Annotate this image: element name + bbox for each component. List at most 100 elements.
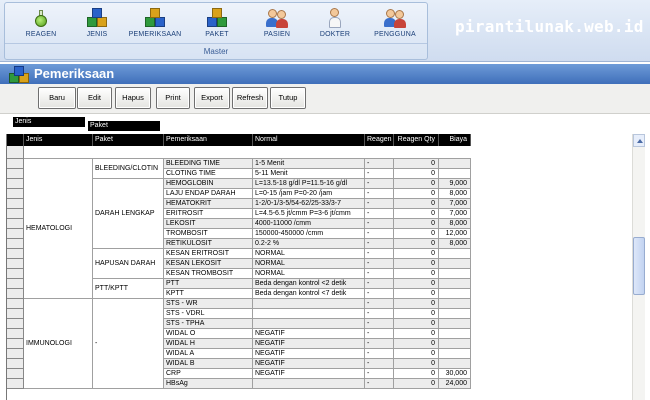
row-indicator[interactable] <box>7 259 24 269</box>
grid-cell-pemeriksaan[interactable]: BLEEDING TIME <box>164 159 253 169</box>
row-indicator[interactable] <box>7 349 24 359</box>
grid-cell-reagen[interactable]: - <box>365 369 394 379</box>
grid-cell-pemeriksaan[interactable]: LAJU ENDAP DARAH <box>164 189 253 199</box>
grid-cell-reagen[interactable]: - <box>365 199 394 209</box>
grid-cell-reagen[interactable]: - <box>365 269 394 279</box>
ribbon-button-pemeriksaan[interactable]: PEMERIKSAAN <box>127 7 183 43</box>
grid-cell-reagen-qty[interactable]: 0 <box>394 319 439 329</box>
grid-cell-pemeriksaan[interactable]: KESAN ERITROSIT <box>164 249 253 259</box>
grid-cell-reagen[interactable]: - <box>365 309 394 319</box>
vertical-scrollbar[interactable] <box>632 134 645 400</box>
row-indicator[interactable] <box>7 249 24 259</box>
row-indicator[interactable] <box>7 189 24 199</box>
scroll-up-arrow-icon[interactable] <box>633 134 645 147</box>
row-indicator[interactable] <box>7 369 24 379</box>
column-header-biaya[interactable]: Biaya <box>439 134 471 146</box>
grid-cell-biaya[interactable]: 8,000 <box>439 189 471 199</box>
grid-cell-normal[interactable] <box>253 309 365 319</box>
grid-cell-biaya[interactable]: 30,000 <box>439 369 471 379</box>
grid-cell-reagen-qty[interactable]: 0 <box>394 209 439 219</box>
grid-cell-normal[interactable]: L=4.5-6.5 jt/cmm P=3-6 jt/cmm <box>253 209 365 219</box>
column-header-paket[interactable]: Paket <box>93 134 164 146</box>
grid-cell-normal[interactable] <box>253 379 365 389</box>
ribbon-button-jenis[interactable]: JENIS <box>69 7 125 43</box>
ribbon-button-pengguna[interactable]: PENGGUNA <box>367 7 423 43</box>
grid-cell-normal[interactable]: L=13.5-18 g/dl P=11.5-16 g/dl <box>253 179 365 189</box>
row-indicator[interactable] <box>7 269 24 279</box>
grid-cell-pemeriksaan[interactable]: WIDAL A <box>164 349 253 359</box>
grid-cell-biaya[interactable] <box>439 259 471 269</box>
grid-cell-reagen[interactable]: - <box>365 329 394 339</box>
grid-cell-reagen-qty[interactable]: 0 <box>394 199 439 209</box>
grid-cell-reagen-qty[interactable]: 0 <box>394 229 439 239</box>
row-indicator[interactable] <box>7 219 24 229</box>
grid-cell-biaya[interactable] <box>439 359 471 369</box>
grid-cell-paket[interactable]: - <box>93 299 164 389</box>
grid-cell-biaya[interactable] <box>439 339 471 349</box>
grid-cell-jenis[interactable]: HEMATOLOGI <box>24 159 93 299</box>
grid-cell-pemeriksaan[interactable]: KESAN LEKOSIT <box>164 259 253 269</box>
row-indicator[interactable] <box>7 146 24 159</box>
row-indicator[interactable] <box>7 329 24 339</box>
grid-cell-reagen-qty[interactable]: 0 <box>394 279 439 289</box>
grid-cell-reagen[interactable]: - <box>365 319 394 329</box>
grid-cell-reagen-qty[interactable]: 0 <box>394 259 439 269</box>
grid-cell-reagen[interactable]: - <box>365 259 394 269</box>
refresh-button[interactable]: Refresh <box>232 87 268 109</box>
grid-cell-pemeriksaan[interactable]: CRP <box>164 369 253 379</box>
grid-cell-reagen[interactable]: - <box>365 359 394 369</box>
grid-cell-normal[interactable]: NORMAL <box>253 249 365 259</box>
grid-cell-reagen[interactable]: - <box>365 189 394 199</box>
grid-cell-normal[interactable]: NEGATIF <box>253 359 365 369</box>
grid-cell-normal[interactable]: NORMAL <box>253 259 365 269</box>
column-header-pemeriksaan[interactable]: Pemeriksaan <box>164 134 253 146</box>
grid-cell-biaya[interactable] <box>439 309 471 319</box>
row-indicator[interactable] <box>7 289 24 299</box>
grid-cell-reagen[interactable]: - <box>365 229 394 239</box>
grid-cell-reagen[interactable]: - <box>365 169 394 179</box>
grid-cell-reagen[interactable]: - <box>365 289 394 299</box>
grid-cell-pemeriksaan[interactable]: RETIKULOSIT <box>164 239 253 249</box>
column-header-normal[interactable]: Normal <box>253 134 365 146</box>
grid-cell-reagen-qty[interactable]: 0 <box>394 299 439 309</box>
grid-cell-normal[interactable]: L=0-15 /jam P=0-20 /jam <box>253 189 365 199</box>
grid-cell-normal[interactable]: 0.2-2 % <box>253 239 365 249</box>
grid-cell-reagen[interactable]: - <box>365 349 394 359</box>
grid-cell-reagen[interactable]: - <box>365 159 394 169</box>
grid-cell-reagen-qty[interactable]: 0 <box>394 379 439 389</box>
export-button[interactable]: Export <box>194 87 230 109</box>
grid-cell-pemeriksaan[interactable]: STS - TPHA <box>164 319 253 329</box>
row-indicator[interactable] <box>7 209 24 219</box>
row-indicator[interactable] <box>7 309 24 319</box>
grid-cell-reagen[interactable]: - <box>365 219 394 229</box>
grid-cell-reagen-qty[interactable]: 0 <box>394 369 439 379</box>
grid-cell-paket[interactable]: DARAH LENGKAP <box>93 179 164 249</box>
print-button[interactable]: Print <box>156 87 190 109</box>
grid-cell-normal[interactable]: NEGATIF <box>253 339 365 349</box>
grid-cell-biaya[interactable]: 7,000 <box>439 199 471 209</box>
row-indicator[interactable] <box>7 299 24 309</box>
edit-button[interactable]: Edit <box>77 87 112 109</box>
grid-cell-normal[interactable] <box>253 319 365 329</box>
column-header-reagen-qty[interactable]: Reagen Qty <box>394 134 439 146</box>
grid-cell-pemeriksaan[interactable]: PTT <box>164 279 253 289</box>
grid-cell-biaya[interactable] <box>439 319 471 329</box>
grid-cell-pemeriksaan[interactable]: HEMATOKRIT <box>164 199 253 209</box>
grid-cell-normal[interactable]: 150000-450000 /cmm <box>253 229 365 239</box>
grid-cell-normal[interactable] <box>253 299 365 309</box>
grid-cell-biaya[interactable]: 24,000 <box>439 379 471 389</box>
ribbon-button-pasien[interactable]: PASIEN <box>249 7 305 43</box>
baru-button[interactable]: Baru <box>38 87 76 109</box>
row-indicator[interactable] <box>7 279 24 289</box>
grid-cell-paket[interactable]: BLEEDING/CLOTIN <box>93 159 164 179</box>
grid-cell-reagen-qty[interactable]: 0 <box>394 189 439 199</box>
grid-cell-reagen-qty[interactable]: 0 <box>394 289 439 299</box>
grid-cell-reagen-qty[interactable]: 0 <box>394 349 439 359</box>
grid-cell-normal[interactable]: 1-2/0-1/3-5/54-62/25-33/3-7 <box>253 199 365 209</box>
grid-cell-paket[interactable]: HAPUSAN DARAH <box>93 249 164 279</box>
grid-cell-pemeriksaan[interactable]: WIDAL H <box>164 339 253 349</box>
ribbon-button-dokter[interactable]: DOKTER <box>307 7 363 43</box>
hapus-button[interactable]: Hapus <box>115 87 151 109</box>
grid-cell-biaya[interactable]: 12,000 <box>439 229 471 239</box>
grid-cell-normal[interactable]: 4000-11000 /cmm <box>253 219 365 229</box>
